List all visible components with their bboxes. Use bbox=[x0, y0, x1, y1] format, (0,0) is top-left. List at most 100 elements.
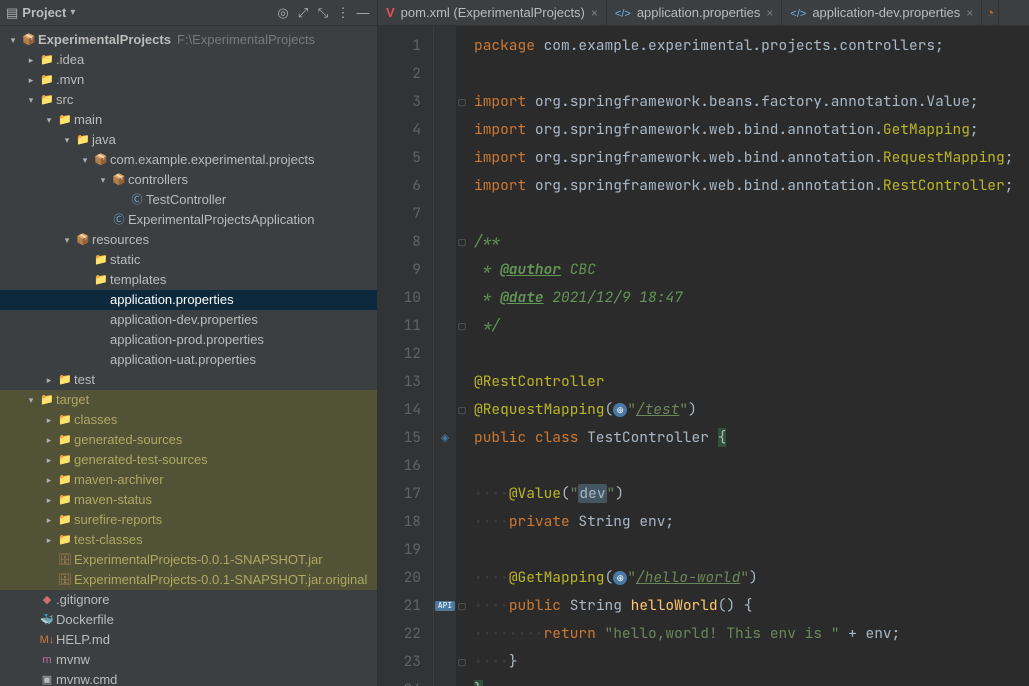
overflow-icon[interactable]: ◔ bbox=[986, 5, 994, 20]
tree-node[interactable]: 📁static bbox=[0, 250, 377, 270]
editor-tab[interactable]: </>application.properties× bbox=[607, 0, 783, 25]
tree-node[interactable]: ▾📦resources bbox=[0, 230, 377, 250]
close-icon[interactable]: × bbox=[591, 6, 598, 20]
line-number[interactable]: 13 bbox=[378, 368, 433, 396]
tree-node[interactable]: application-prod.properties bbox=[0, 330, 377, 350]
tree-arrow-icon[interactable]: ▾ bbox=[60, 230, 74, 250]
code-line[interactable] bbox=[474, 536, 1029, 564]
line-number[interactable]: 18 bbox=[378, 508, 433, 536]
code-line[interactable]: ····@Value("dev") bbox=[474, 480, 1029, 508]
code-line[interactable]: import org.springframework.web.bind.anno… bbox=[474, 144, 1029, 172]
line-number[interactable]: 2 bbox=[378, 60, 433, 88]
tree-node[interactable]: ▾📦ExperimentalProjectsF:\ExperimentalPro… bbox=[0, 30, 377, 50]
fold-icon[interactable]: ▢ bbox=[456, 592, 468, 620]
tree-node[interactable]: mmvnw bbox=[0, 650, 377, 670]
code-line[interactable] bbox=[474, 452, 1029, 480]
line-number[interactable]: 1 bbox=[378, 32, 433, 60]
tree-node[interactable]: ▾📁src bbox=[0, 90, 377, 110]
tree-node[interactable]: ▸📁test-classes bbox=[0, 530, 377, 550]
tree-arrow-icon[interactable]: ▸ bbox=[42, 410, 56, 430]
code-line[interactable]: import org.springframework.beans.factory… bbox=[474, 88, 1029, 116]
gutter-annotation[interactable]: ◈ bbox=[434, 424, 456, 452]
tree-node[interactable]: ▸📁generated-test-sources bbox=[0, 450, 377, 470]
line-number[interactable]: 10 bbox=[378, 284, 433, 312]
line-number[interactable]: 22 bbox=[378, 620, 433, 648]
tree-arrow-icon[interactable]: ▸ bbox=[42, 530, 56, 550]
code-line[interactable]: * @date 2021/12/9 18:47 bbox=[474, 284, 1029, 312]
line-number[interactable]: 5 bbox=[378, 144, 433, 172]
fold-icon[interactable]: ▢ bbox=[456, 312, 468, 340]
select-opened-file-icon[interactable]: ◎ bbox=[273, 3, 293, 23]
tree-node[interactable]: ▸📁.idea bbox=[0, 50, 377, 70]
editor-tab[interactable]: </>application-dev.properties× bbox=[782, 0, 982, 25]
code-line[interactable]: ····private String env; bbox=[474, 508, 1029, 536]
line-number[interactable]: 11 bbox=[378, 312, 433, 340]
tree-node[interactable]: ▾📁java bbox=[0, 130, 377, 150]
tree-node[interactable]: ▾📁main bbox=[0, 110, 377, 130]
line-number[interactable]: 15 bbox=[378, 424, 433, 452]
project-tool-title[interactable]: Project bbox=[22, 5, 66, 20]
gutter-annotation[interactable]: API bbox=[434, 592, 456, 620]
tree-node[interactable]: ▾📦com.example.experimental.projects bbox=[0, 150, 377, 170]
project-tree[interactable]: ▾📦ExperimentalProjectsF:\ExperimentalPro… bbox=[0, 26, 378, 686]
code-line[interactable] bbox=[474, 340, 1029, 368]
tree-arrow-icon[interactable]: ▸ bbox=[42, 470, 56, 490]
line-number[interactable]: 12 bbox=[378, 340, 433, 368]
line-number[interactable]: 6 bbox=[378, 172, 433, 200]
tree-node[interactable]: application.properties bbox=[0, 290, 377, 310]
line-number[interactable]: 7 bbox=[378, 200, 433, 228]
tree-node[interactable]: application-uat.properties bbox=[0, 350, 377, 370]
editor-tab[interactable]: Vpom.xml (ExperimentalProjects)× bbox=[378, 0, 607, 25]
tree-arrow-icon[interactable]: ▾ bbox=[96, 170, 110, 190]
tree-arrow-icon[interactable]: ▾ bbox=[24, 390, 38, 410]
tree-arrow-icon[interactable]: ▸ bbox=[42, 510, 56, 530]
line-number[interactable]: 14 bbox=[378, 396, 433, 424]
expand-all-icon[interactable]: ⤢ bbox=[293, 3, 313, 23]
tree-node[interactable]: ▸📁.mvn bbox=[0, 70, 377, 90]
line-number[interactable]: 4 bbox=[378, 116, 433, 144]
tree-arrow-icon[interactable]: ▾ bbox=[42, 110, 56, 130]
line-number[interactable]: 8 bbox=[378, 228, 433, 256]
chevron-down-icon[interactable]: ▾ bbox=[70, 7, 75, 18]
line-number[interactable]: 3 bbox=[378, 88, 433, 116]
tree-arrow-icon[interactable]: ▸ bbox=[42, 450, 56, 470]
tree-node[interactable]: application-dev.properties bbox=[0, 310, 377, 330]
tree-node[interactable]: 🗄ExperimentalProjects-0.0.1-SNAPSHOT.jar… bbox=[0, 570, 377, 590]
tree-arrow-icon[interactable]: ▾ bbox=[60, 130, 74, 150]
tree-node[interactable]: ▸📁test bbox=[0, 370, 377, 390]
code-line[interactable] bbox=[474, 60, 1029, 88]
collapse-all-icon[interactable]: ⤡ bbox=[313, 3, 333, 23]
code-line[interactable]: @RequestMapping(⊕"/test") bbox=[474, 396, 1029, 424]
tree-node[interactable]: ▣mvnw.cmd bbox=[0, 670, 377, 686]
tree-node[interactable]: 🐳Dockerfile bbox=[0, 610, 377, 630]
tree-arrow-icon[interactable]: ▸ bbox=[42, 430, 56, 450]
tree-node[interactable]: ▸📁classes bbox=[0, 410, 377, 430]
tree-node[interactable]: ▾📁target bbox=[0, 390, 377, 410]
line-number[interactable]: 17 bbox=[378, 480, 433, 508]
code-line[interactable]: import org.springframework.web.bind.anno… bbox=[474, 172, 1029, 200]
line-number[interactable]: 21 bbox=[378, 592, 433, 620]
tree-arrow-icon[interactable]: ▾ bbox=[78, 150, 92, 170]
tree-node[interactable]: ◆.gitignore bbox=[0, 590, 377, 610]
code-line[interactable]: /** bbox=[474, 228, 1029, 256]
tree-arrow-icon[interactable]: ▾ bbox=[24, 90, 38, 110]
line-number[interactable]: 16 bbox=[378, 452, 433, 480]
line-number[interactable]: 20 bbox=[378, 564, 433, 592]
tree-node[interactable]: 🗄ExperimentalProjects-0.0.1-SNAPSHOT.jar bbox=[0, 550, 377, 570]
tree-node[interactable]: ▸📁surefire-reports bbox=[0, 510, 377, 530]
close-icon[interactable]: × bbox=[966, 6, 973, 20]
code-line[interactable]: ····} bbox=[474, 648, 1029, 676]
more-icon[interactable]: ⋮ bbox=[333, 3, 353, 23]
fold-icon[interactable]: ▢ bbox=[456, 88, 468, 116]
line-number[interactable]: 24 bbox=[378, 676, 433, 686]
code-line[interactable]: */ bbox=[474, 312, 1029, 340]
code-line[interactable]: ········return "hello,world! This env is… bbox=[474, 620, 1029, 648]
code-line[interactable]: * @author CBC bbox=[474, 256, 1029, 284]
line-number[interactable]: 9 bbox=[378, 256, 433, 284]
line-number[interactable]: 23 bbox=[378, 648, 433, 676]
tree-arrow-icon[interactable]: ▸ bbox=[24, 50, 38, 70]
tree-arrow-icon[interactable]: ▾ bbox=[6, 30, 20, 50]
tree-arrow-icon[interactable]: ▸ bbox=[24, 70, 38, 90]
tree-node[interactable]: ⒸExperimentalProjectsApplication bbox=[0, 210, 377, 230]
fold-icon[interactable]: ▢ bbox=[456, 648, 468, 676]
